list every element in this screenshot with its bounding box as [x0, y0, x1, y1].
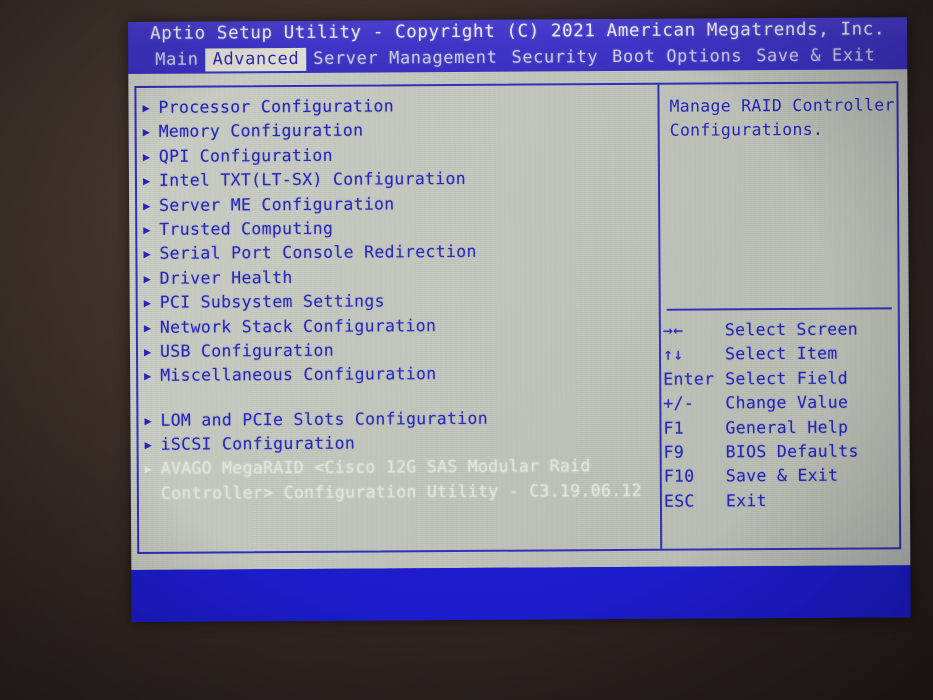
help-pane: Manage RAID Controller Configurations. →←… — [659, 83, 899, 548]
settings-panel: ▶ Processor Configuration ▶ Memory Configur… — [134, 81, 902, 554]
key-action-label: Select Item — [724, 344, 838, 364]
key-action-label: Exit — [725, 490, 767, 511]
menu-item-label: Intel TXT(LT-SX) Configuration — [158, 169, 467, 190]
chevron-right-icon: ▶ — [142, 149, 151, 164]
menu-item-label: Trusted Computing — [159, 218, 334, 239]
chevron-right-icon: ▶ — [142, 125, 151, 140]
key-cap-label: ESC — [663, 491, 695, 511]
key-legend-row: F9 BIOS Defaults — [664, 441, 901, 467]
menu-item-label: AVAGO MegaRAID <Cisco 12G SAS Modular Ra… — [160, 456, 591, 479]
key-action-label: Save & Exit — [725, 466, 839, 486]
screen-footer — [131, 565, 911, 622]
chevron-right-icon: ▶ — [143, 222, 151, 237]
chevron-right-icon: ▶ — [143, 247, 151, 262]
menu-item[interactable]: ▶ Processor Configuration — [142, 95, 657, 123]
menu-item[interactable]: ▶ Miscellaneous Configuration — [144, 363, 659, 391]
menu-item[interactable]: ▶ Driver Health — [144, 265, 659, 293]
menu-item[interactable]: ▶ Memory Configuration — [143, 119, 658, 147]
menu-item[interactable]: ▶ AVAGO MegaRAID <Cisco 12G SAS Modular R… — [145, 456, 660, 484]
key-cap-label: F10 — [663, 466, 695, 487]
chevron-right-icon: ▶ — [143, 344, 152, 359]
chevron-right-icon: ▶ — [144, 413, 153, 428]
menu-item-label: Server ME Configuration — [159, 193, 395, 215]
chevron-right-icon: ▶ — [143, 320, 152, 335]
chevron-right-icon: ▶ — [143, 295, 152, 311]
key-cap-label: Enter — [663, 369, 715, 389]
menu-item[interactable]: ▶ USB Configuration — [144, 339, 659, 367]
menu-pane: ▶ Processor Configuration ▶ Memory Configur… — [136, 85, 660, 552]
key-legend-row: →← Select Screen — [663, 319, 900, 345]
key-action-label: Change Value — [725, 392, 849, 413]
key-cap-label: F1 — [663, 418, 685, 438]
help-text-line: Configurations. — [669, 120, 824, 141]
menu-item[interactable]: ▶ PCI Subsystem Settings — [144, 290, 659, 318]
tab-security[interactable]: Security — [504, 46, 605, 70]
help-text-block: Manage RAID Controller Configurations. — [669, 93, 896, 143]
key-cap-label: →← — [662, 320, 684, 340]
photo-backdrop: Aptio Setup Utility - Copyright (C) 2021… — [0, 0, 933, 700]
menu-item-label: Network Stack Configuration — [159, 315, 437, 337]
menu-item-label: Driver Health — [159, 267, 293, 288]
menu-item-label: PCI Subsystem Settings — [159, 291, 385, 312]
key-legend-row: ↑↓ Select Item — [663, 344, 900, 370]
advanced-menu-list[interactable]: ▶ Processor Configuration ▶ Memory Configur… — [142, 95, 659, 508]
menu-item-label: Memory Configuration — [158, 120, 364, 142]
key-cap-label: F9 — [663, 442, 685, 462]
chevron-right-icon: ▶ — [143, 271, 152, 286]
menu-item-label: Controller> Configuration Utility - C3.1… — [160, 480, 642, 503]
tab-server-management[interactable]: Server Management — [306, 46, 504, 70]
key-legend-row: +/- Change Value — [663, 392, 900, 418]
key-action-label: BIOS Defaults — [725, 441, 859, 462]
menu-item-label: Miscellaneous Configuration — [160, 364, 437, 386]
key-cap-label: ↑↓ — [662, 345, 684, 365]
chevron-right-icon: ▶ — [144, 369, 152, 384]
menu-item-label: Serial Port Console Redirection — [159, 242, 477, 264]
key-legend-row: ESC Exit — [664, 490, 901, 516]
key-action-label: General Help — [725, 417, 849, 437]
key-legend-row: F10 Save & Exit — [664, 466, 901, 492]
title-bar: Aptio Setup Utility - Copyright (C) 2021… — [128, 17, 908, 74]
key-action-label: Select Screen — [724, 319, 858, 340]
key-action-label: Select Field — [725, 368, 849, 389]
menu-item-label: Processor Configuration — [158, 96, 394, 117]
menu-tab-bar[interactable]: Main Advanced Server Management Security Boo… — [148, 43, 882, 72]
chevron-right-icon: ▶ — [142, 174, 151, 189]
menu-item[interactable]: ▶ Intel TXT(LT-SX) Configuration — [143, 168, 658, 196]
menu-item[interactable]: ▶ Serial Port Console Redirection — [143, 241, 658, 269]
menu-item[interactable]: ▶ LOM and PCIe Slots Configuration — [144, 407, 659, 435]
help-text-line: Manage RAID Controller — [669, 95, 895, 116]
chevron-right-icon: ▶ — [144, 462, 153, 477]
menu-item[interactable]: ▶ Trusted Computing — [143, 217, 658, 245]
key-legend-row: Enter Select Field — [663, 368, 900, 394]
tab-boot-options[interactable]: Boot Options — [605, 45, 749, 69]
key-cap-label: +/- — [663, 393, 695, 413]
menu-item[interactable]: ▶ Network Stack Configuration — [144, 314, 659, 342]
bios-screen: Aptio Setup Utility - Copyright (C) 2021… — [128, 17, 911, 622]
key-legend-row: F1 General Help — [663, 417, 900, 443]
page-title: Aptio Setup Utility - Copyright (C) 2021… — [150, 19, 886, 44]
menu-item-label: USB Configuration — [159, 340, 335, 361]
menu-item-label: LOM and PCIe Slots Configuration — [160, 408, 488, 430]
menu-item[interactable]: ▶ QPI Configuration — [143, 144, 658, 172]
chevron-right-icon: ▶ — [143, 198, 151, 213]
content-area: ▶ Processor Configuration ▶ Memory Configur… — [128, 69, 911, 570]
tab-save-exit[interactable]: Save & Exit — [749, 44, 882, 68]
menu-item-label: iSCSI Configuration — [160, 433, 356, 454]
menu-item[interactable]: ▶Controller> Configuration Utility - C3.… — [145, 481, 660, 509]
menu-item-label: QPI Configuration — [158, 145, 333, 166]
chevron-right-icon: ▶ — [142, 100, 151, 115]
key-legend-list: →← Select Screen ↑↓ Select Item Enter Select … — [663, 319, 901, 516]
chevron-right-icon: ▶ — [144, 437, 153, 452]
menu-item[interactable]: ▶ iSCSI Configuration — [145, 432, 660, 460]
menu-item[interactable]: ▶ Server ME Configuration — [143, 192, 658, 220]
tab-advanced[interactable]: Advanced — [205, 47, 307, 72]
help-horizontal-divider — [666, 307, 892, 311]
tab-main[interactable]: Main — [148, 48, 205, 71]
